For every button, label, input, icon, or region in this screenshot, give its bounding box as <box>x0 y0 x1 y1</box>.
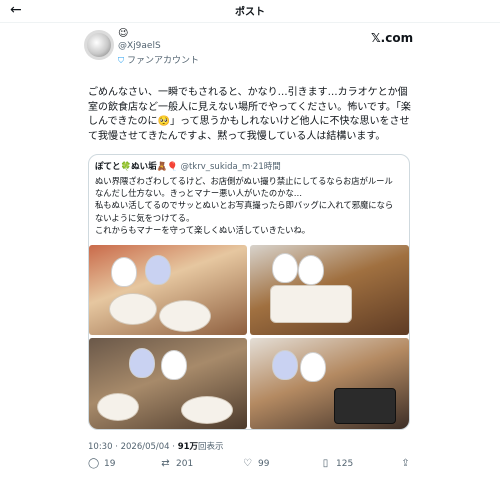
avatar[interactable] <box>84 30 114 60</box>
plush-blue <box>145 255 171 285</box>
bowl <box>97 393 139 421</box>
post-text: ごめんなさい、一瞬でもされると、かなり…引きます…カラオケとか個室の飲食店など一… <box>88 87 411 142</box>
post-timestamp: 10:30 · 2026/05/04 · <box>88 442 178 452</box>
plush-blue <box>272 350 298 380</box>
bookmark-icon: ▯ <box>322 458 329 469</box>
plush-blue <box>129 348 155 378</box>
like-count: 99 <box>258 459 270 469</box>
quoted-photo-3[interactable] <box>89 338 247 429</box>
plate <box>109 293 157 325</box>
plush-white <box>272 253 298 283</box>
reply-count: 19 <box>104 459 116 469</box>
shield-icon: ⛉ <box>118 56 124 65</box>
avatar-image <box>87 33 111 57</box>
heart-icon: ♡ <box>243 458 252 469</box>
like-button[interactable]: ♡ 99 <box>242 458 269 469</box>
fan-account-badge: ⛉ ファンアカウント <box>118 53 199 66</box>
quoted-photo-2[interactable] <box>250 245 409 335</box>
quoted-photo-4[interactable] <box>250 338 409 429</box>
share-button[interactable]: ⇪ <box>400 458 416 469</box>
bookmark-button[interactable]: ▯ 125 <box>320 458 353 469</box>
quoted-author-name: ぽてと🍀ぬい垢🧸🎈 <box>95 162 178 172</box>
badge-label: ファンアカウント <box>127 56 200 66</box>
speech-bubble-icon: ◯ <box>88 458 100 469</box>
bookmark-count: 125 <box>336 459 354 469</box>
post-meta: 10:30 · 2026/05/04 · 91万回表示 <box>88 440 224 452</box>
plate <box>159 300 211 332</box>
top-bar: ← ポスト <box>0 0 500 23</box>
plush-white <box>298 255 324 285</box>
plush-white <box>161 350 187 380</box>
share-icon: ⇪ <box>401 458 410 469</box>
views-label: 回表示 <box>198 442 224 452</box>
quoted-author-handle: @tkrv_sukida_m <box>180 162 251 172</box>
quoted-post-time: ·21時間 <box>250 162 281 172</box>
repost-count: 201 <box>176 459 194 469</box>
author-display-name[interactable]: 😉 <box>118 28 128 39</box>
view-count: 91万 <box>177 442 199 452</box>
action-bar: ◯ 19 ⇄ 201 ♡ 99 ▯ 125 ⇪ <box>88 458 418 474</box>
quoted-photo-1[interactable] <box>89 245 247 335</box>
plush-white <box>111 257 137 287</box>
tray <box>270 285 352 323</box>
plate <box>181 396 233 424</box>
author-handle[interactable]: @Xj9aelS <box>118 41 161 51</box>
page-title: ポスト <box>235 7 265 18</box>
repost-arrows-icon: ⇄ <box>161 458 170 469</box>
quoted-post-header: ぽてと🍀ぬい垢🧸🎈 @tkrv_sukida_m·21時間 <box>95 160 281 172</box>
quoted-post-text: ぬい界隈ざわざわしてるけど、お店側がぬい撮り禁止にしてるならお店がルールなんだし… <box>95 176 394 235</box>
grill <box>334 388 396 424</box>
repost-button[interactable]: ⇄ 201 <box>160 458 193 469</box>
source-logo: 𝕏.com <box>371 31 414 45</box>
plush-white <box>300 352 326 382</box>
quoted-post[interactable]: ぽてと🍀ぬい垢🧸🎈 @tkrv_sukida_m·21時間 ぬい界隈ざわざわして… <box>88 154 410 430</box>
reply-button[interactable]: ◯ 19 <box>88 458 115 469</box>
